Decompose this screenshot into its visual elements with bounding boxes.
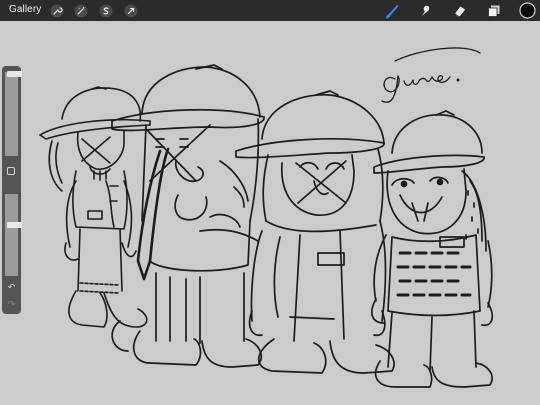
wrench-icon[interactable] xyxy=(49,3,64,18)
eraser-icon[interactable] xyxy=(452,3,467,18)
character-2 xyxy=(111,64,265,368)
opacity-handle[interactable] xyxy=(7,222,22,228)
brush-icon[interactable] xyxy=(385,3,400,18)
character-4 xyxy=(371,110,494,388)
brush-size-handle[interactable] xyxy=(7,71,22,77)
character-1 xyxy=(39,86,151,328)
artist-signature xyxy=(381,47,481,103)
modify-button[interactable] xyxy=(7,167,15,175)
brush-sidebar: ↶ ↷ xyxy=(2,66,22,314)
color-swatch[interactable] xyxy=(519,2,536,19)
adjustments-wand-icon[interactable] xyxy=(73,3,88,18)
selection-s-icon[interactable] xyxy=(98,3,113,18)
gallery-button[interactable]: Gallery xyxy=(9,4,41,15)
sketch-artwork xyxy=(39,47,494,388)
opacity-slider[interactable] xyxy=(5,194,22,276)
undo-icon[interactable]: ↶ xyxy=(6,282,17,292)
layers-icon[interactable] xyxy=(486,3,501,18)
character-3 xyxy=(235,90,395,374)
brush-size-slider[interactable] xyxy=(5,71,22,156)
smudge-icon[interactable] xyxy=(418,3,433,18)
redo-icon[interactable]: ↷ xyxy=(6,299,17,309)
drawing-canvas[interactable] xyxy=(0,21,540,405)
transform-arrow-icon[interactable] xyxy=(123,3,138,18)
top-toolbar: Gallery xyxy=(0,0,540,21)
